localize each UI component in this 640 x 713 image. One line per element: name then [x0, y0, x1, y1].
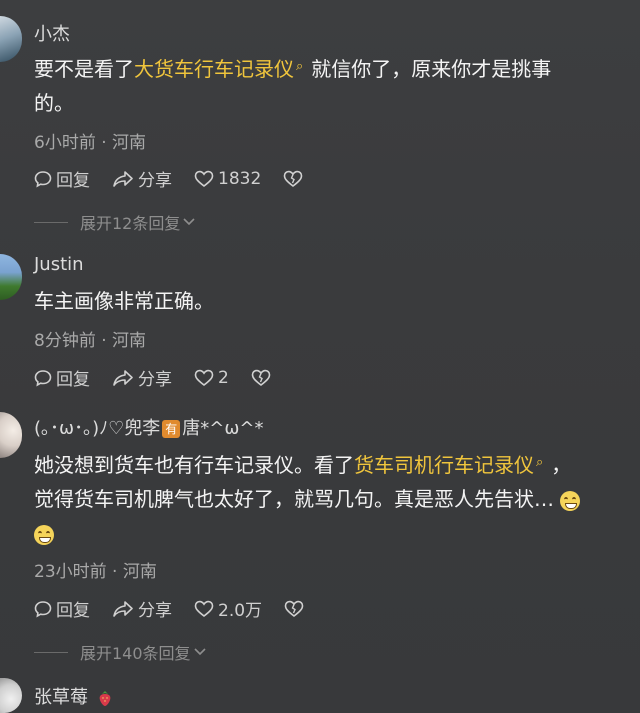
heart-icon [194, 170, 214, 187]
like-button[interactable]: 2.0万 [194, 596, 262, 621]
comment-bubble-icon [34, 369, 52, 387]
search-highlight-link[interactable]: 大货车行车记录仪 [134, 57, 294, 81]
heart-icon [194, 600, 214, 617]
avatar[interactable] [0, 678, 22, 713]
reply-button[interactable]: 回复 [34, 365, 90, 390]
share-arrow-icon [113, 600, 133, 617]
strawberry-icon [99, 691, 111, 706]
share-button[interactable]: 分享 [112, 596, 172, 621]
comment-actions: 回复 分享 1832 [34, 166, 329, 191]
comment-meta: 23小时前 · 河南 [34, 562, 157, 582]
share-label: 分享 [138, 601, 172, 621]
grin-emoji-icon [34, 524, 54, 545]
search-icon[interactable]: ⌕ [536, 446, 543, 480]
username[interactable]: (｡･ω･｡)ﾉ♡兜李有唐*^ω^* [34, 414, 264, 440]
chevron-down-icon [193, 648, 206, 656]
expand-replies-label: 展开12条回复 [80, 214, 181, 233]
comment-actions: 回复 分享 2.0万 [34, 596, 330, 621]
comment-text-part: 就信你了，原来你才是挑事 [311, 57, 552, 81]
share-arrow-icon [113, 170, 133, 187]
expand-replies-label: 展开140条回复 [80, 644, 191, 663]
chevron-down-icon [183, 218, 195, 226]
share-label: 分享 [138, 171, 172, 191]
comment-bubble-icon [34, 170, 52, 188]
reply-button[interactable]: 回复 [34, 166, 90, 191]
reply-label: 回复 [56, 601, 90, 621]
comment-text-part: 的。 [34, 91, 74, 115]
expand-replies-button[interactable]: 展开12条回复 [34, 210, 196, 234]
broken-heart-icon [283, 170, 303, 187]
username[interactable]: Justin [34, 254, 84, 275]
like-count: 2.0万 [218, 601, 263, 621]
share-button[interactable]: 分享 [112, 166, 172, 191]
username[interactable]: 张草莓 [34, 683, 113, 709]
heart-icon [194, 369, 214, 386]
dislike-button[interactable] [251, 369, 275, 387]
comment-text: 要不是看了大货车行车记录仪 ⌕ 就信你了，原来你才是挑事 的。 [34, 52, 634, 120]
comment-text-part: 她没想到货车也有行车记录仪。看了 [34, 453, 354, 477]
reply-label: 回复 [56, 370, 90, 390]
username[interactable]: 小杰 [34, 20, 70, 46]
comment-text-part: 要不是看了 [34, 57, 134, 81]
comment-actions: 回复 分享 2 [34, 365, 297, 390]
avatar[interactable] [0, 254, 22, 300]
avatar[interactable] [0, 16, 22, 62]
search-highlight-link[interactable]: 货车司机行车记录仪 [354, 453, 534, 477]
comment-meta: 6小时前 · 河南 [34, 133, 147, 153]
like-button[interactable]: 2 [194, 368, 229, 388]
dislike-button[interactable] [284, 600, 308, 618]
share-label: 分享 [138, 370, 172, 390]
like-button[interactable]: 1832 [194, 169, 261, 189]
broken-heart-icon [284, 600, 304, 617]
broken-heart-icon [251, 369, 271, 386]
reply-button[interactable]: 回复 [34, 596, 90, 621]
comment-text: 她没想到货车也有行车记录仪。看了货车司机行车记录仪 ⌕ ， 觉得货车司机脾气也太好了… [34, 448, 634, 550]
comment-meta: 8分钟前 · 河南 [34, 331, 147, 351]
like-count: 1832 [218, 168, 262, 189]
divider-line [34, 651, 68, 653]
share-arrow-icon [113, 369, 133, 386]
dislike-button[interactable] [283, 170, 307, 188]
username-badge: 有 [162, 420, 181, 438]
avatar[interactable] [0, 412, 22, 458]
expand-replies-button[interactable]: 展开140条回复 [34, 640, 207, 664]
username-part: (｡･ω･｡)ﾉ♡兜李 [34, 418, 161, 439]
comment-text-part: 觉得货车司机脾气也太好了，就骂几句。真是恶人先告状… [34, 487, 554, 511]
grin-emoji-icon [560, 490, 580, 511]
comment-text-part: ， [551, 453, 572, 477]
divider-line [34, 221, 68, 223]
like-count: 2 [218, 367, 229, 388]
reply-label: 回复 [56, 171, 90, 191]
comment-text: 车主画像非常正确。 [34, 289, 214, 313]
share-button[interactable]: 分享 [112, 365, 172, 390]
comment-bubble-icon [34, 600, 52, 618]
username-part: 唐*^ω^* [182, 418, 264, 439]
username-text: 张草莓 [34, 687, 88, 708]
search-icon[interactable]: ⌕ [296, 50, 303, 84]
